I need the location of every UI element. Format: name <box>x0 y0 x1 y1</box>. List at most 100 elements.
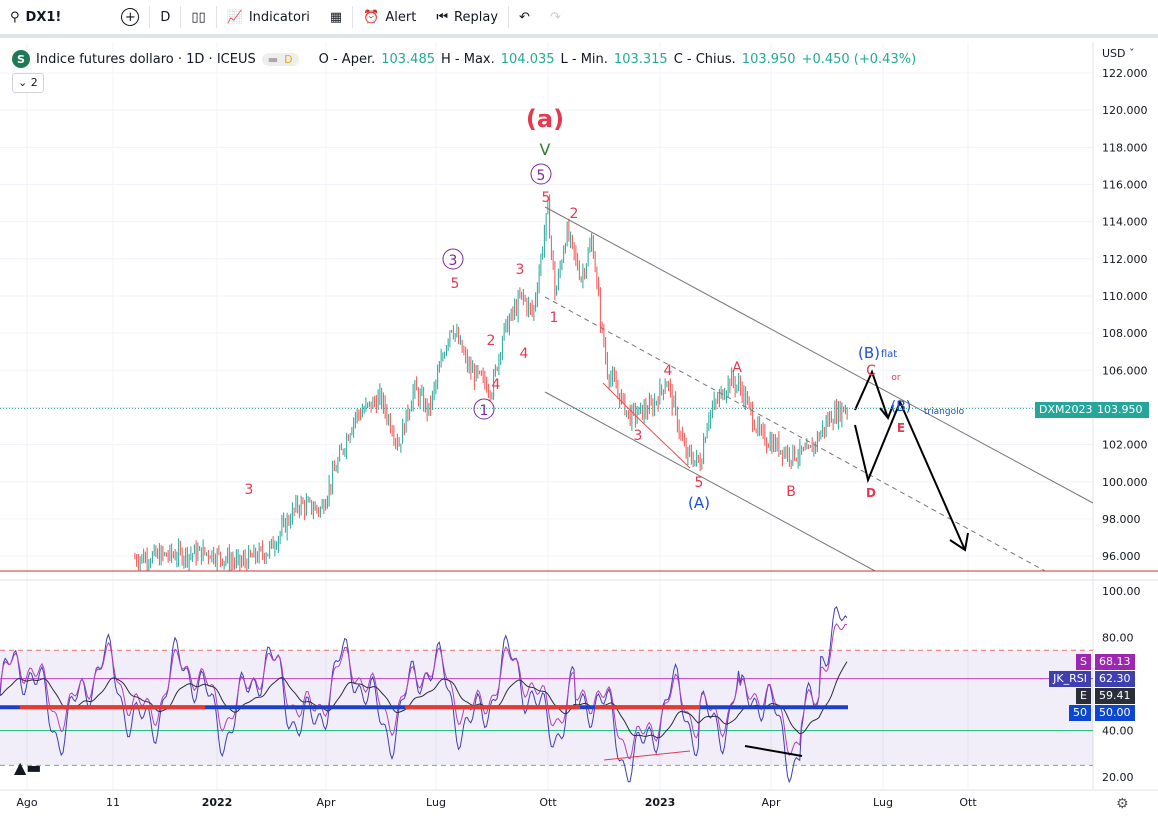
redo-button[interactable]: ↷ <box>540 2 571 32</box>
price-tick-label: 98.000 <box>1102 513 1141 526</box>
undo-button[interactable]: ↶ <box>509 2 540 32</box>
plus-circle-icon: + <box>121 8 140 26</box>
price-tick-label: 118.000 <box>1102 141 1148 154</box>
chart-legend: S Indice futures dollaro · 1D · ICEUS ▬ D… <box>12 50 916 68</box>
rsi-tick-label: 40.00 <box>1102 725 1134 738</box>
price-tick-label: 120.000 <box>1102 104 1148 117</box>
change-value: +0.450 (+0.43%) <box>801 51 917 67</box>
price-tick-label: 106.000 <box>1102 364 1148 377</box>
wave-label: 4 <box>664 363 673 379</box>
rsi-value-tag: 62.30 <box>1095 671 1135 687</box>
chart-canvas[interactable]: 122.000 120.000 118.000 116.000 114.000 112.0… <box>0 42 1158 831</box>
price-tick-label: 112.000 <box>1102 253 1148 266</box>
rsi-tick-label: 20.00 <box>1102 771 1134 784</box>
replay-button[interactable]: ⏮ Replay <box>426 2 508 32</box>
grid-icon: ▦ <box>329 9 343 25</box>
price-tick-label: 100.000 <box>1102 476 1148 489</box>
open-value: 103.485 <box>381 51 435 67</box>
symbol-title: Indice futures dollaro · 1D · ICEUS <box>36 51 256 67</box>
wave-label: V <box>540 140 551 159</box>
rsi-series-tag: JK_RSI <box>1049 671 1091 687</box>
settings-gear-icon[interactable]: ⚙ <box>1116 796 1129 812</box>
low-label: L - Min. <box>560 51 608 67</box>
time-tick-label: 11 <box>106 796 120 809</box>
close-label: C - Chius. <box>673 51 736 67</box>
time-tick-label: Ott <box>959 796 977 809</box>
indicators-icon: 📈 <box>226 9 243 25</box>
add-symbol-button[interactable]: + <box>111 2 149 32</box>
wave-label: 3 <box>449 253 458 269</box>
rsi-value-tag: 59.41 <box>1095 688 1135 704</box>
high-value: 104.035 <box>500 51 555 67</box>
high-label: H - Max. <box>441 51 495 67</box>
time-tick-label: Lug <box>873 796 893 809</box>
chevron-down-icon: ⌄ <box>18 76 28 89</box>
chart-type-button[interactable]: ▯▯ <box>181 2 215 32</box>
rsi-tick-label: 100.00 <box>1102 585 1141 598</box>
alert-button[interactable]: ⏰ Alert <box>353 2 426 32</box>
wave-label: 4 <box>492 377 501 393</box>
rsi-value-tag: 50.00 <box>1095 705 1135 721</box>
wave-label: (A) <box>688 494 710 512</box>
wave-label: or <box>891 373 901 383</box>
interval-button[interactable]: D <box>150 2 180 32</box>
rsi-series-tag: S <box>1076 654 1091 670</box>
time-tick-label: Lug <box>426 796 446 809</box>
price-tick-label: 110.000 <box>1102 290 1148 303</box>
wave-label: E <box>897 421 905 435</box>
indicators-button[interactable]: 📈 Indicatori <box>217 2 320 32</box>
last-price-tag: 103.950 <box>1093 402 1149 418</box>
symbol-logo: S <box>12 50 30 68</box>
time-tick-label: Ott <box>539 796 557 809</box>
currency-selector[interactable]: USD ˇ <box>1102 47 1135 60</box>
wave-label: 5 <box>695 475 704 491</box>
wave-label: 5 <box>542 190 551 206</box>
wave-label: (B) <box>891 399 912 415</box>
wave-label: triangolo <box>924 407 965 417</box>
price-tick-label: 96.000 <box>1102 550 1141 563</box>
wave-label: 1 <box>550 310 559 326</box>
price-tick-label: 102.000 <box>1102 439 1148 452</box>
wave-label: 2 <box>487 333 496 349</box>
time-tick-label: 2023 <box>645 796 676 809</box>
symbol-search[interactable]: ⚲ DX1! <box>0 2 71 32</box>
rsi-value-tag: 68.13 <box>1095 654 1135 670</box>
wave-label: A <box>732 360 742 376</box>
candles-icon: ▯▯ <box>191 9 206 25</box>
wave-label: B <box>786 484 796 500</box>
candles-group <box>134 194 1093 571</box>
market-status-badge[interactable]: ▬ D <box>261 52 299 66</box>
wave-label: 3 <box>245 482 254 498</box>
rsi-tick-label: 80.00 <box>1102 632 1134 645</box>
wave-label: C <box>866 363 876 379</box>
channel-mid-line <box>544 296 1046 571</box>
collapse-indicators-button[interactable]: ⌄ 2 <box>12 73 44 93</box>
rewind-icon: ⏮ <box>436 9 449 25</box>
wave-label: (a) <box>526 105 564 133</box>
wave-label: flat <box>881 349 897 360</box>
wave-label: 5 <box>451 276 460 292</box>
wave-label: 5 <box>537 168 546 184</box>
tradingview-logo: ▲▬ <box>14 758 42 777</box>
layouts-button[interactable]: ▦ <box>320 2 352 32</box>
wave-label: 4 <box>520 346 529 362</box>
wave-label: 1 <box>480 403 489 419</box>
price-tick-label: 122.000 <box>1102 67 1148 80</box>
wave-label: 2 <box>570 206 579 222</box>
wave-label: 3 <box>516 262 525 278</box>
wave-label: 3 <box>634 428 643 444</box>
undo-icon: ↶ <box>519 9 530 25</box>
price-tick-label: 116.000 <box>1102 178 1148 191</box>
search-icon: ⚲ <box>10 9 20 25</box>
rsi-series-tag: 50 <box>1069 705 1091 721</box>
time-tick-label: Ago <box>16 796 38 809</box>
open-label: O - Aper. <box>318 51 376 67</box>
top-toolbar: ⚲ DX1! + D ▯▯ 📈 Indicatori ▦ ⏰ Alert ⏮ Repla… <box>0 0 1158 38</box>
time-tick-label: Apr <box>316 796 336 809</box>
price-tick-label: 108.000 <box>1102 327 1148 340</box>
wave-label: (B) <box>858 344 880 362</box>
time-tick-label: 2022 <box>202 796 233 809</box>
alarm-clock-icon: ⏰ <box>363 9 380 25</box>
last-symbol-tag: DXM2023 <box>1035 402 1097 418</box>
rsi-series-tag: E <box>1076 688 1091 704</box>
